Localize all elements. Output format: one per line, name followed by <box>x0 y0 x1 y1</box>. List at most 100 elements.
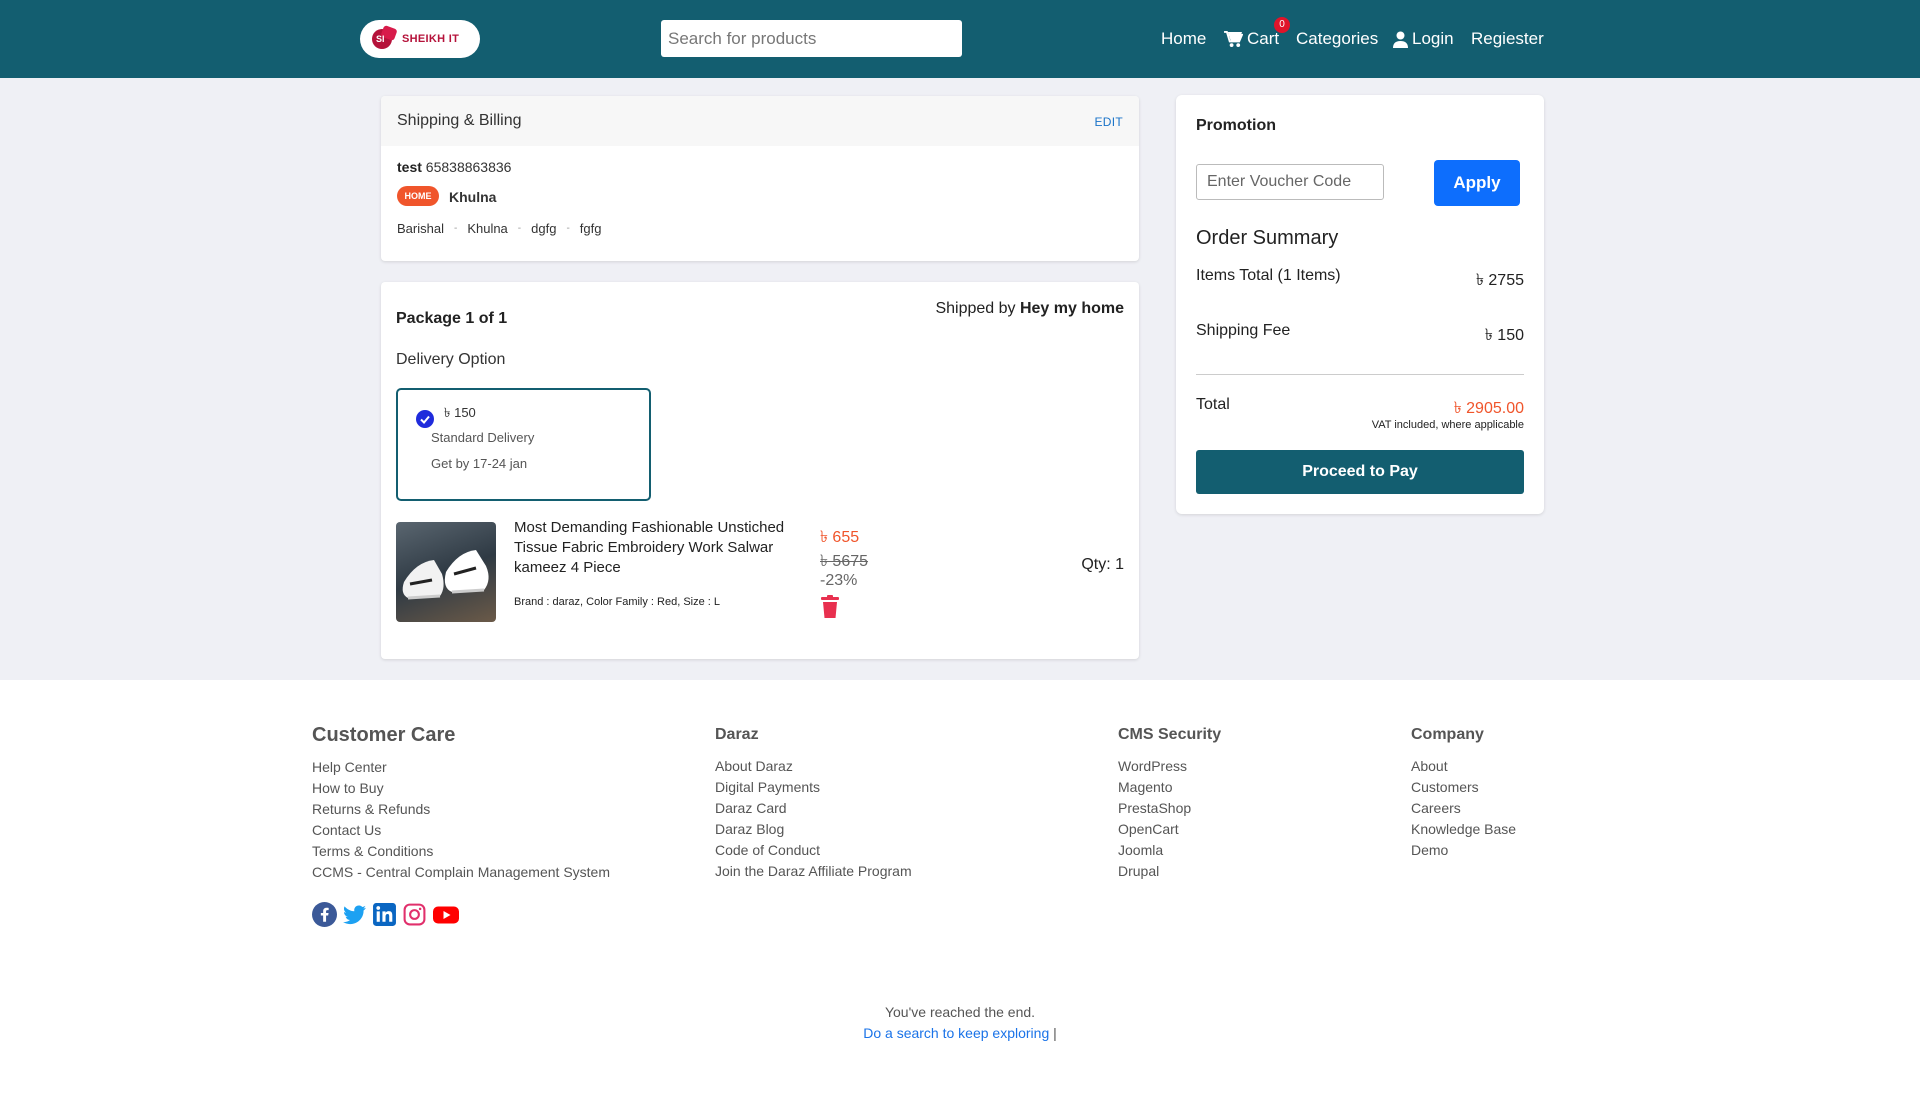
shipping-billing-header: Shipping & Billing EDIT <box>381 96 1139 146</box>
address-type-badge: HOME <box>397 186 439 206</box>
delivery-option-standard[interactable]: ৳ 150 Standard Delivery Get by 17-24 jan <box>396 388 651 501</box>
address-part: Khulna <box>467 221 508 236</box>
instagram-icon[interactable] <box>402 902 427 927</box>
footer-link[interactable]: Terms & Conditions <box>312 841 610 862</box>
product-quantity: Qty: 1 <box>1081 556 1124 573</box>
total-value: ৳ 2905.00 <box>1453 400 1524 417</box>
footer-link[interactable]: Returns & Refunds <box>312 799 610 820</box>
footer-link[interactable]: Magento <box>1118 777 1221 798</box>
order-summary-card: Promotion Apply Order Summary Items Tota… <box>1176 95 1544 514</box>
footer-link[interactable]: Code of Conduct <box>715 840 912 861</box>
logo-text: SHEIKH IT <box>402 33 460 45</box>
footer-cms-security: CMS Security WordPress Magento PrestaSho… <box>1118 726 1221 882</box>
footer-link[interactable]: Demo <box>1411 840 1516 861</box>
top-header: SI SHEIKH IT Home Cart 0 Categories Logi… <box>0 0 1920 78</box>
footer-link[interactable]: About Daraz <box>715 756 912 777</box>
footer-daraz: Daraz About Daraz Digital Payments Daraz… <box>715 726 912 882</box>
voucher-code-input[interactable] <box>1196 164 1384 200</box>
footer-link[interactable]: Join the Daraz Affiliate Program <box>715 861 912 882</box>
footer-heading: CMS Security <box>1118 726 1222 743</box>
promotion-title: Promotion <box>1196 117 1276 134</box>
facebook-icon[interactable] <box>312 902 337 927</box>
site-logo[interactable]: SI SHEIKH IT <box>360 20 480 58</box>
delivery-name: Standard Delivery <box>431 430 535 445</box>
nav-login[interactable]: Login <box>1393 28 1454 50</box>
footer-link[interactable]: About <box>1411 756 1516 777</box>
shipped-by-prefix: Shipped by <box>935 300 1020 317</box>
footer-link[interactable]: Drupal <box>1118 861 1221 882</box>
summary-divider <box>1196 374 1524 375</box>
linkedin-icon[interactable] <box>372 902 397 927</box>
footer-link[interactable]: Careers <box>1411 798 1516 819</box>
apply-voucher-button[interactable]: Apply <box>1434 160 1520 206</box>
footer-link[interactable]: PrestaShop <box>1118 798 1221 819</box>
shipping-fee-label: Shipping Fee <box>1196 322 1291 339</box>
edit-address-link[interactable]: EDIT <box>1094 115 1123 129</box>
address-part: fgfg <box>579 221 602 236</box>
shipping-fee-value: ৳ 150 <box>1484 327 1524 344</box>
footer-link[interactable]: Daraz Card <box>715 798 912 819</box>
footer-link[interactable]: OpenCart <box>1118 819 1221 840</box>
address-city: Khulna <box>449 189 497 205</box>
recipient-info: test 65838863836 <box>397 159 511 175</box>
footer-link[interactable]: Joomla <box>1118 840 1221 861</box>
product-discount: -23% <box>820 572 858 589</box>
package-count: 1 of 1 <box>465 310 508 327</box>
shipping-billing-title: Shipping & Billing <box>397 112 522 129</box>
address-part: Barishal <box>397 221 444 236</box>
user-icon <box>1393 31 1408 48</box>
footer-link[interactable]: WordPress <box>1118 756 1221 777</box>
footer-link[interactable]: How to Buy <box>312 778 610 799</box>
footer-company: Company About Customers Careers Knowledg… <box>1411 726 1516 861</box>
footer-link[interactable]: Customers <box>1411 777 1516 798</box>
search-input[interactable] <box>661 20 962 57</box>
address-part: dgfg <box>531 221 557 236</box>
address-separator: - <box>517 223 522 234</box>
delivery-option-label: Delivery Option <box>396 351 506 368</box>
footer-link[interactable]: Knowledge Base <box>1411 819 1516 840</box>
product-attributes: Brand : daraz, Color Family : Red, Size … <box>514 596 721 608</box>
nav-register-label: Regiester <box>1471 29 1544 48</box>
nav-cart[interactable]: Cart 0 <box>1224 17 1290 50</box>
youtube-icon[interactable] <box>432 902 459 927</box>
vat-note: VAT included, where applicable <box>1371 419 1524 431</box>
footer-link[interactable]: Help Center <box>312 757 610 778</box>
seller-name: Hey my home <box>1019 300 1124 317</box>
items-total-label: Items Total (1 Items) <box>1196 267 1341 284</box>
nav-login-label: Login <box>1412 29 1454 48</box>
package-title-prefix: Package <box>396 310 466 327</box>
recipient-phone: 65838863836 <box>425 159 512 175</box>
proceed-to-pay-button[interactable]: Proceed to Pay <box>1196 450 1524 494</box>
shipping-billing-card: Shipping & Billing EDIT test 65838863836… <box>381 96 1139 261</box>
nav-categories[interactable]: Categories <box>1296 28 1378 50</box>
footer-heading: Customer Care <box>312 724 456 746</box>
items-total-value: ৳ 2755 <box>1475 272 1524 289</box>
address-separator: - <box>453 223 458 234</box>
product-image[interactable] <box>396 522 496 622</box>
nav-home-label: Home <box>1161 29 1207 48</box>
product-old-price: ৳ 5675 <box>820 553 869 570</box>
logo-mark-icon: SI <box>370 24 400 51</box>
product-price: ৳ 655 <box>820 529 860 546</box>
package-card: Package 1 of 1 Shipped by Hey my home De… <box>381 282 1139 659</box>
nav-home[interactable]: Home <box>1161 28 1206 50</box>
cart-count-badge: 0 <box>1274 17 1290 33</box>
address-separator: - <box>566 223 570 234</box>
footer-link[interactable]: CCMS - Central Complain Management Syste… <box>312 862 610 883</box>
trash-icon[interactable] <box>820 595 840 624</box>
keep-exploring-link[interactable]: Do a search to keep exploring <box>863 1025 1049 1041</box>
social-links <box>312 902 459 927</box>
footer-link[interactable]: Digital Payments <box>715 777 912 798</box>
delivery-price: ৳ 150 <box>444 405 476 420</box>
keep-exploring: Do a search to keep exploring | <box>0 1025 1920 1041</box>
nav-register[interactable]: Regiester <box>1471 28 1544 50</box>
nav-categories-label: Categories <box>1296 29 1379 48</box>
footer-link[interactable]: Contact Us <box>312 820 610 841</box>
footer-link[interactable]: Daraz Blog <box>715 819 912 840</box>
footer-heading: Daraz <box>715 726 759 743</box>
total-label: Total <box>1196 396 1230 413</box>
footer-heading: Company <box>1411 726 1484 743</box>
twitter-icon[interactable] <box>342 902 367 927</box>
product-title[interactable]: Most Demanding Fashionable Unstiched Tis… <box>514 518 804 578</box>
recipient-name: test <box>397 159 422 175</box>
